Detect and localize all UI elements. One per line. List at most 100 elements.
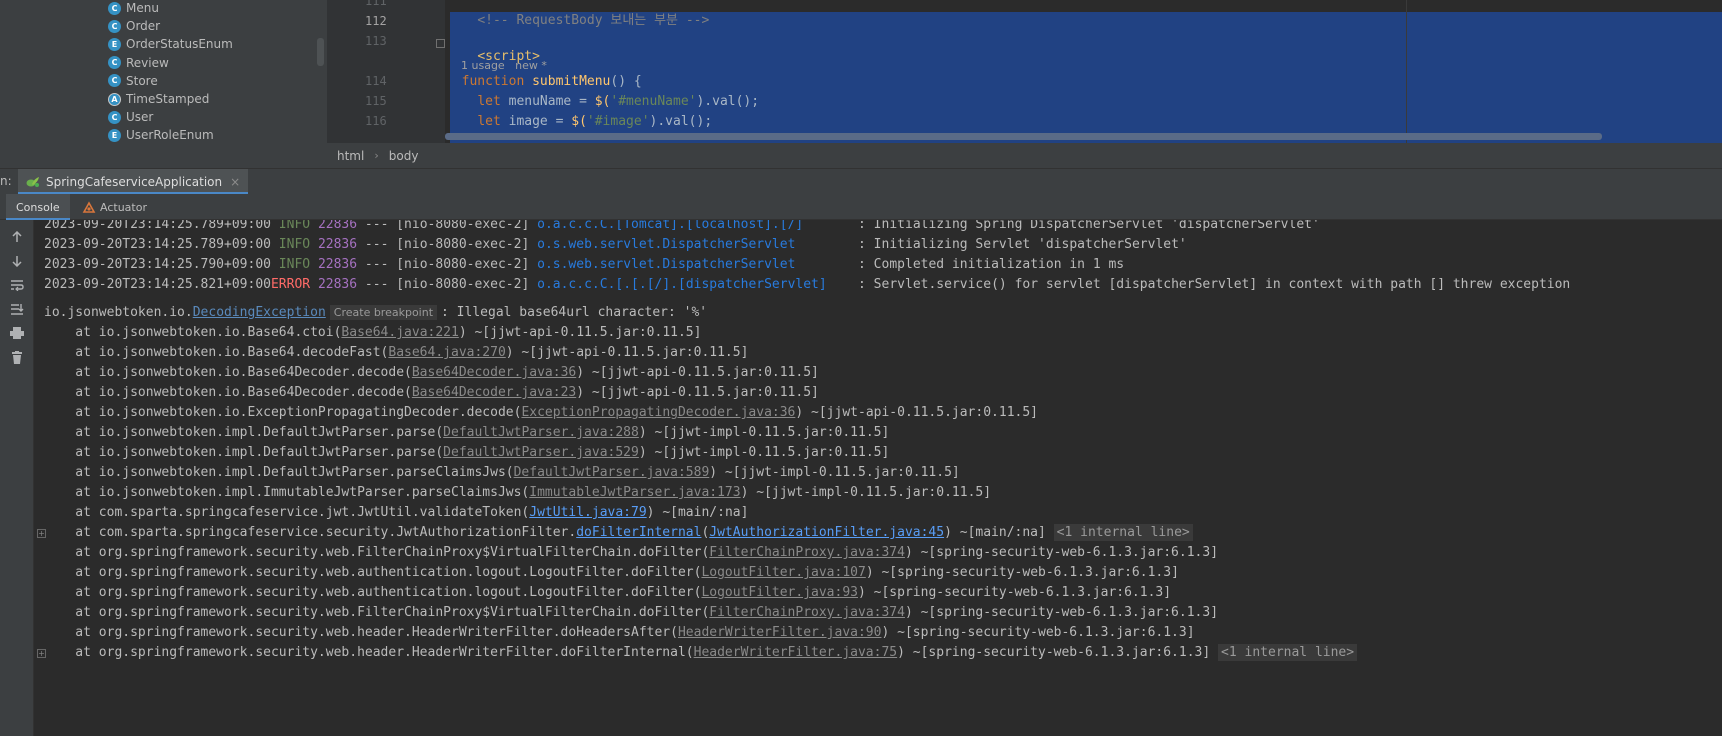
log-separator: --- bbox=[357, 277, 397, 292]
internal-lines-chip[interactable]: <1 internal line> bbox=[1218, 644, 1358, 661]
source-link[interactable]: HeaderWriterFilter.java:90 bbox=[678, 625, 882, 640]
breadcrumb-html[interactable]: html bbox=[337, 149, 364, 163]
print-icon[interactable] bbox=[8, 324, 26, 342]
tree-item[interactable]: C Store bbox=[108, 71, 158, 91]
source-link[interactable]: JwtUtil.java:79 bbox=[529, 505, 646, 520]
editor-horizontal-scrollbar[interactable] bbox=[445, 133, 1602, 140]
tree-item-label: Review bbox=[126, 55, 169, 70]
log-logger[interactable]: o.s.web.servlet.DispatcherServlet bbox=[537, 237, 850, 252]
run-config-tab[interactable]: SpringCafeserviceApplication × bbox=[18, 169, 249, 195]
enum-icon: E bbox=[108, 37, 121, 51]
stack-frame: at com.sparta.springcafeservice.jwt.JwtU… bbox=[44, 502, 748, 524]
usage-hint[interactable]: 1 usage new * bbox=[461, 59, 547, 72]
line-number: 114 bbox=[365, 74, 387, 88]
code-line-114: function submitMenu() { bbox=[461, 74, 642, 89]
tree-item-label: User bbox=[126, 110, 154, 125]
log-message: : Completed initialization in 1 ms bbox=[850, 257, 1125, 272]
stack-frame-method: at org.springframework.security.web.head… bbox=[44, 645, 694, 660]
tab-actuator[interactable]: Actuator bbox=[72, 194, 157, 220]
console-output[interactable]: 2023-09-20T23:14:25.789+09:00 INFO 22836… bbox=[35, 220, 1722, 736]
source-link[interactable]: DefaultJwtParser.java:288 bbox=[443, 425, 639, 440]
abstract-class-icon: A bbox=[108, 92, 121, 106]
log-thread: [nio-8080-exec-2] bbox=[396, 257, 530, 272]
class-icon: C bbox=[108, 74, 121, 88]
stack-frame-method: at io.jsonwebtoken.io.ExceptionPropagati… bbox=[44, 405, 522, 420]
log-logger[interactable]: o.a.c.c.C.[Tomcat].[localhost].[/] bbox=[537, 220, 850, 232]
source-link[interactable]: Base64.java:270 bbox=[388, 345, 505, 360]
stack-frame-jar: ) ~[spring-security-web-6.1.3.jar:6.1.3] bbox=[858, 585, 1172, 600]
stack-frame-jar: ) ~[spring-security-web-6.1.3.jar:6.1.3] bbox=[865, 565, 1179, 580]
source-link[interactable]: Base64.java:221 bbox=[341, 325, 458, 340]
fold-marker-icon[interactable] bbox=[436, 39, 445, 48]
class-icon: C bbox=[108, 1, 121, 15]
project-tree: C Menu C Order E OrderStatusEnum C Review C Store… bbox=[0, 0, 327, 168]
internal-lines-chip[interactable]: <1 internal line> bbox=[1053, 524, 1193, 541]
stack-frame: at io.jsonwebtoken.io.Base64Decoder.deco… bbox=[44, 362, 819, 384]
stack-frame-method: at org.springframework.security.web.auth… bbox=[44, 565, 702, 580]
tree-item[interactable]: C Review bbox=[108, 53, 169, 73]
log-logger[interactable]: o.a.c.c.C.[.[.[/].[dispatcherServlet] bbox=[537, 277, 850, 292]
stack-frame-method: at org.springframework.security.web.Filt… bbox=[44, 545, 710, 560]
source-link[interactable]: LogoutFilter.java:107 bbox=[701, 565, 865, 580]
source-link[interactable]: DefaultJwtParser.java:529 bbox=[443, 445, 639, 460]
tree-item[interactable]: E OrderStatusEnum bbox=[108, 34, 233, 54]
line-number: 116 bbox=[365, 114, 387, 128]
exception-link[interactable]: DecodingException bbox=[193, 305, 326, 320]
stack-frame-method: at io.jsonwebtoken.io.Base64.decodeFast( bbox=[44, 345, 389, 360]
arrow-up-icon[interactable] bbox=[8, 228, 26, 246]
source-link[interactable]: Base64Decoder.java:36 bbox=[412, 365, 576, 380]
source-link[interactable]: DefaultJwtParser.java:589 bbox=[514, 465, 710, 480]
expand-icon[interactable]: + bbox=[37, 529, 46, 538]
source-link[interactable]: FilterChainProxy.java:374 bbox=[709, 545, 905, 560]
line-number: 111 bbox=[365, 0, 387, 8]
tree-item[interactable]: C Order bbox=[108, 16, 160, 36]
trash-icon[interactable] bbox=[8, 348, 26, 366]
source-link[interactable]: ImmutableJwtParser.java:173 bbox=[529, 485, 740, 500]
log-pid: 22836 bbox=[317, 237, 358, 252]
stack-frame: at org.springframework.security.web.Filt… bbox=[44, 602, 1218, 624]
source-link[interactable]: FilterChainProxy.java:374 bbox=[709, 605, 905, 620]
stack-frame: at io.jsonwebtoken.io.Base64.decodeFast(… bbox=[44, 342, 748, 364]
breadcrumb-body[interactable]: body bbox=[389, 149, 419, 163]
stack-frame-jar: ) ~[jjwt-impl-0.11.5.jar:0.11.5] bbox=[709, 465, 960, 480]
close-icon[interactable]: × bbox=[230, 175, 240, 189]
log-thread: [nio-8080-exec-2] bbox=[396, 277, 530, 292]
arrow-down-icon[interactable] bbox=[8, 252, 26, 270]
tree-item-label: Store bbox=[126, 73, 158, 88]
tree-scrollbar[interactable] bbox=[317, 38, 324, 66]
tab-console[interactable]: Console bbox=[6, 194, 70, 220]
log-separator: --- bbox=[357, 220, 397, 232]
log-logger[interactable]: o.s.web.servlet.DispatcherServlet bbox=[537, 257, 850, 272]
log-thread: [nio-8080-exec-2] bbox=[396, 220, 530, 232]
source-link[interactable]: ExceptionPropagatingDecoder.java:36 bbox=[521, 405, 795, 420]
tree-item[interactable]: C User bbox=[108, 107, 153, 127]
stack-frame-jar: ) ~[spring-security-web-6.1.3.jar:6.1.3] bbox=[897, 645, 1219, 660]
code-editor[interactable]: 111 112 113 114 115 116 <!-- RequestBody… bbox=[327, 0, 1722, 143]
tab-actuator-label: Actuator bbox=[100, 200, 147, 214]
log-separator: --- bbox=[357, 237, 397, 252]
stack-frame: + at org.springframework.security.web.he… bbox=[37, 642, 1358, 664]
source-link[interactable]: HeaderWriterFilter.java:75 bbox=[694, 645, 898, 660]
soft-wrap-icon[interactable] bbox=[8, 276, 26, 294]
stack-frame-method: at io.jsonwebtoken.impl.DefaultJwtParser… bbox=[44, 445, 444, 460]
stack-frame-jar: ) ~[jjwt-api-0.11.5.jar:0.11.5] bbox=[576, 385, 819, 400]
scroll-to-end-icon[interactable] bbox=[8, 300, 26, 318]
stack-frame: at io.jsonwebtoken.impl.DefaultJwtParser… bbox=[44, 442, 889, 464]
source-link[interactable]: Base64Decoder.java:23 bbox=[412, 385, 576, 400]
tree-item[interactable]: A TimeStamped bbox=[108, 89, 209, 109]
run-config-label: SpringCafeserviceApplication bbox=[46, 175, 223, 189]
log-level: INFO bbox=[270, 220, 311, 232]
stack-frame-method-link[interactable]: doFilterInternal bbox=[576, 525, 701, 540]
source-link[interactable]: JwtAuthorizationFilter.java:45 bbox=[709, 525, 944, 540]
stack-frame-method: at org.springframework.security.web.Filt… bbox=[44, 605, 710, 620]
class-icon: C bbox=[108, 56, 121, 70]
chevron-right-icon: › bbox=[374, 149, 379, 162]
stack-frame: at io.jsonwebtoken.io.Base64Decoder.deco… bbox=[44, 382, 819, 404]
right-margin-guide bbox=[1406, 0, 1407, 143]
breadcrumb: html › body bbox=[327, 143, 1722, 168]
tree-item[interactable]: E UserRoleEnum bbox=[108, 125, 214, 145]
log-timestamp: 2023-09-20T23:14:25.790+09:00 bbox=[44, 257, 271, 272]
source-link[interactable]: LogoutFilter.java:93 bbox=[701, 585, 858, 600]
create-breakpoint-chip[interactable]: Create breakpoint bbox=[329, 305, 438, 320]
expand-icon[interactable]: + bbox=[37, 649, 46, 658]
